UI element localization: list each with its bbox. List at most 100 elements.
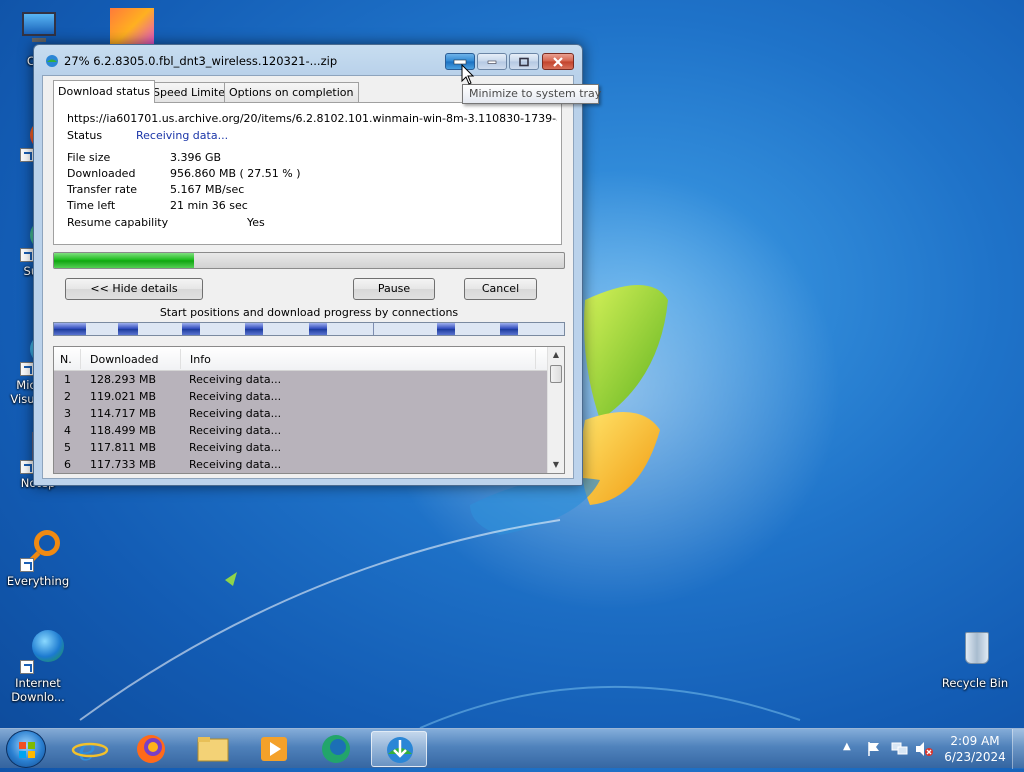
recycle-bin-icon bbox=[953, 630, 997, 674]
window-client-area: Download status Speed Limiter Options on… bbox=[42, 75, 574, 479]
list-item[interactable]: 2 119.021 MB Receiving data... bbox=[54, 388, 547, 405]
cancel-button[interactable]: Cancel bbox=[464, 278, 537, 300]
list-item[interactable]: 5 117.811 MB Receiving data... bbox=[54, 439, 547, 456]
shortcut-arrow-icon bbox=[20, 362, 34, 376]
idm-globe-icon bbox=[46, 55, 58, 67]
connections-progress-bar bbox=[53, 322, 565, 336]
idm-globe-icon bbox=[387, 737, 413, 763]
column-divider[interactable] bbox=[80, 349, 81, 369]
download-progress-bar bbox=[53, 252, 565, 269]
row-downloaded: 114.717 MB bbox=[90, 407, 157, 420]
row-number: 5 bbox=[64, 441, 71, 454]
column-divider[interactable] bbox=[180, 349, 181, 369]
list-item[interactable]: 1 128.293 MB Receiving data... bbox=[54, 371, 547, 388]
list-scrollbar[interactable]: ▲ ▼ bbox=[547, 347, 564, 473]
list-item[interactable]: 3 114.717 MB Receiving data... bbox=[54, 405, 547, 422]
clock-date[interactable]: 6/23/2024 bbox=[940, 750, 1010, 764]
desktop-icon-label: Everything bbox=[6, 574, 70, 588]
maximize-button[interactable] bbox=[509, 53, 539, 70]
row-info: Receiving data... bbox=[189, 373, 282, 386]
taskbar-app[interactable] bbox=[308, 731, 364, 767]
start-button[interactable] bbox=[6, 730, 46, 768]
show-desktop-button[interactable] bbox=[1012, 729, 1024, 769]
list-rows: 1 128.293 MB Receiving data... 2 119.021… bbox=[54, 371, 547, 473]
scroll-down-icon[interactable]: ▼ bbox=[548, 457, 564, 473]
tab-options-on-completion[interactable]: Options on completion bbox=[224, 82, 359, 102]
row-info: Receiving data... bbox=[189, 390, 282, 403]
file-size-label: File size bbox=[67, 151, 111, 164]
idm-globe-icon bbox=[16, 630, 64, 674]
downloaded-label: Downloaded bbox=[67, 167, 136, 180]
close-icon bbox=[553, 56, 563, 67]
row-downloaded: 118.499 MB bbox=[90, 424, 157, 437]
pause-button[interactable]: Pause bbox=[353, 278, 435, 300]
network-icon[interactable] bbox=[890, 741, 908, 757]
status-label: Status bbox=[67, 129, 103, 142]
taskbar-internet-download-manager[interactable] bbox=[371, 731, 427, 767]
clock-time[interactable]: 2:09 AM bbox=[950, 734, 1000, 748]
tab-download-status[interactable]: Download status bbox=[53, 80, 155, 103]
row-downloaded: 128.293 MB bbox=[90, 373, 157, 386]
svg-text:e: e bbox=[78, 733, 96, 767]
shortcut-arrow-icon bbox=[20, 558, 34, 572]
list-item[interactable]: 6 117.733 MB Receiving data... bbox=[54, 456, 547, 473]
downloaded-value: 956.860 MB ( 27.51 % ) bbox=[170, 167, 301, 180]
scroll-up-icon[interactable]: ▲ bbox=[548, 347, 564, 363]
time-left-label: Time left bbox=[67, 199, 116, 212]
row-info: Receiving data... bbox=[189, 407, 282, 420]
connection-progress-segment bbox=[118, 323, 138, 335]
connection-progress-segment bbox=[182, 323, 200, 335]
row-number: 2 bbox=[64, 390, 71, 403]
desktop-icon-label: Internet Downlo... bbox=[11, 676, 65, 704]
connection-start-marker bbox=[373, 323, 374, 335]
download-url: https://ia601701.us.archive.org/20/items… bbox=[67, 112, 557, 125]
tab-label: Options on completion bbox=[229, 86, 354, 99]
folder-icon bbox=[197, 737, 229, 762]
file-size-value: 3.396 GB bbox=[170, 151, 222, 164]
taskbar-media-player[interactable] bbox=[246, 731, 302, 767]
desktop-icon-internet-download-manager[interactable]: Internet Downlo... bbox=[0, 630, 76, 704]
resume-capability-value: Yes bbox=[247, 216, 265, 229]
connection-progress-segment bbox=[54, 323, 86, 335]
column-divider[interactable] bbox=[535, 349, 536, 369]
idm-download-window[interactable]: 27% 6.2.8305.0.fbl_dnt3_wireless.120321-… bbox=[33, 44, 583, 486]
shortcut-arrow-icon bbox=[20, 660, 34, 674]
scroll-thumb[interactable] bbox=[550, 365, 562, 383]
minimize-button[interactable] bbox=[477, 53, 507, 70]
taskbar-firefox[interactable] bbox=[123, 731, 179, 767]
volume-muted-icon[interactable] bbox=[914, 741, 934, 757]
minimize-to-tray-tooltip: Minimize to system tray bbox=[462, 84, 601, 104]
media-player-icon bbox=[261, 737, 287, 761]
action-center-flag-icon[interactable] bbox=[866, 741, 882, 757]
taskbar-file-explorer[interactable] bbox=[185, 731, 241, 767]
taskbar-internet-explorer[interactable]: e bbox=[62, 731, 118, 768]
hide-details-button[interactable]: << Hide details bbox=[65, 278, 203, 300]
everything-icon bbox=[16, 528, 60, 572]
connections-list[interactable]: N. Downloaded Info 1 128.293 MB Receivin… bbox=[53, 346, 565, 474]
connections-caption: Start positions and download progress by… bbox=[159, 306, 459, 319]
desktop-icon-everything[interactable]: Everything bbox=[0, 528, 76, 588]
download-progress-fill bbox=[54, 253, 195, 268]
column-header-info[interactable]: Info bbox=[190, 353, 211, 366]
desktop-icon-recycle-bin[interactable]: Recycle Bin bbox=[937, 630, 1013, 690]
show-hidden-icons-icon[interactable]: ▲ bbox=[843, 741, 851, 752]
close-button[interactable] bbox=[542, 53, 574, 70]
row-downloaded: 119.021 MB bbox=[90, 390, 157, 403]
tab-speed-limiter[interactable]: Speed Limiter bbox=[148, 82, 235, 102]
row-info: Receiving data... bbox=[189, 441, 282, 454]
transfer-rate-label: Transfer rate bbox=[67, 183, 138, 196]
column-header-n[interactable]: N. bbox=[60, 353, 72, 366]
column-header-downloaded[interactable]: Downloaded bbox=[90, 353, 158, 366]
shortcut-arrow-icon bbox=[20, 460, 34, 474]
connection-progress-segment bbox=[437, 323, 455, 335]
list-item[interactable]: 4 118.499 MB Receiving data... bbox=[54, 422, 547, 439]
desktop-icon-label: Recycle Bin bbox=[941, 676, 1009, 690]
mouse-cursor-icon bbox=[461, 64, 475, 85]
tab-label: Speed Limiter bbox=[153, 86, 230, 99]
list-header: N. Downloaded Info bbox=[54, 347, 547, 371]
row-number: 3 bbox=[64, 407, 71, 420]
window-titlebar[interactable]: 27% 6.2.8305.0.fbl_dnt3_wireless.120321-… bbox=[34, 45, 582, 75]
minimize-icon bbox=[487, 60, 497, 64]
connection-progress-segment bbox=[500, 323, 518, 335]
shortcut-arrow-icon bbox=[20, 248, 34, 262]
